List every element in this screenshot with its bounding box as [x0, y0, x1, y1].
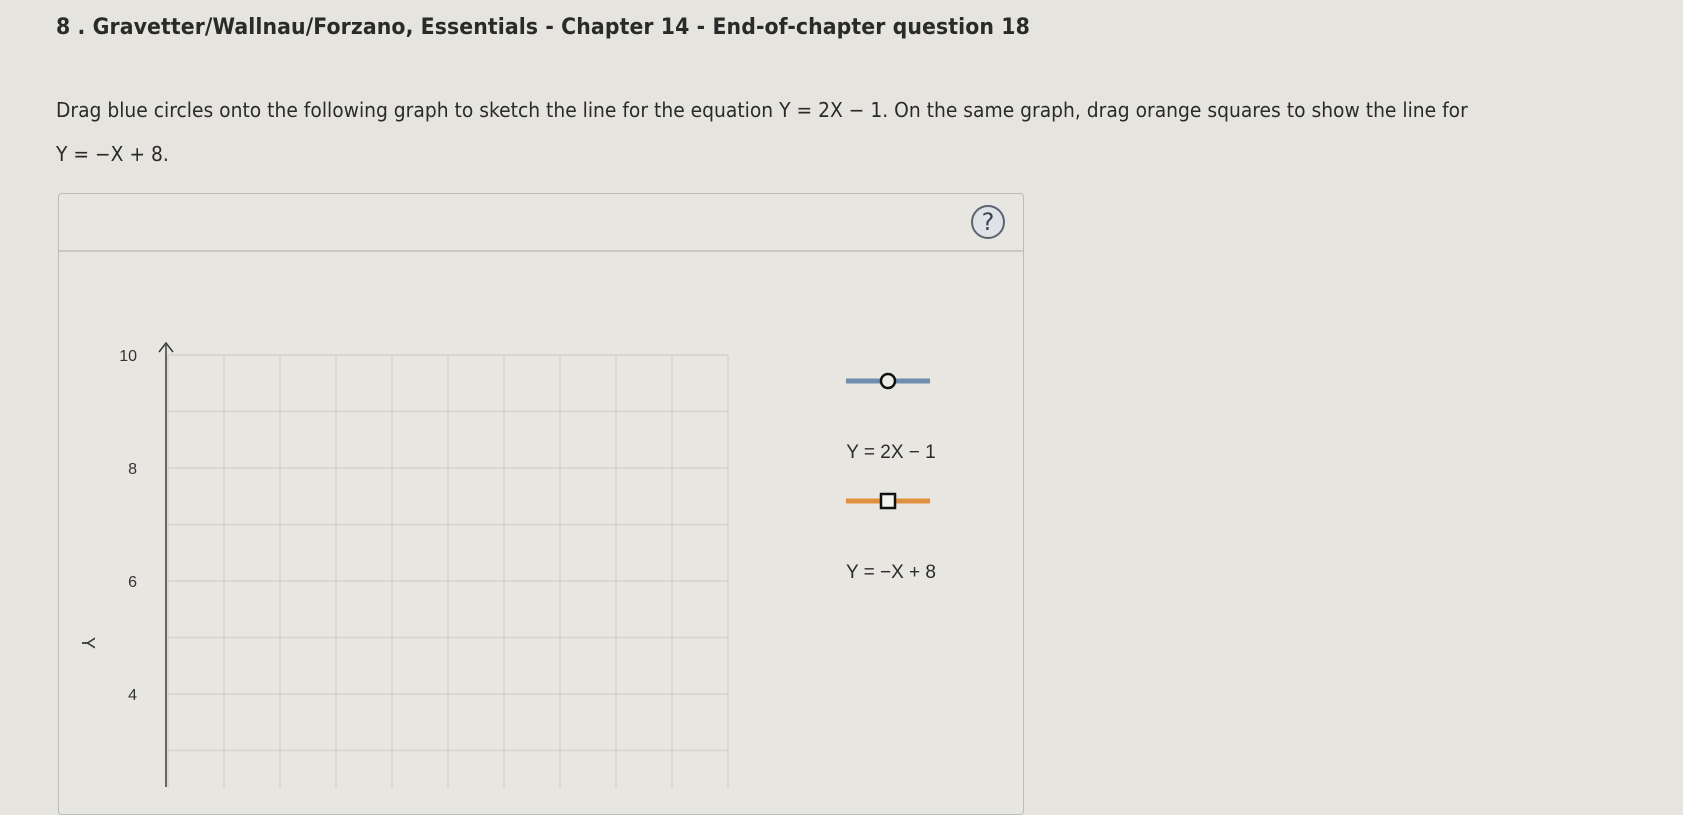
blue-circle-tool[interactable] — [846, 370, 930, 392]
orange-square-tool[interactable] — [846, 490, 930, 512]
instructions-line-2: Y = −X + 8. — [56, 142, 169, 166]
blue-circle-marker-icon — [879, 372, 897, 390]
legend-label-line-2: Y = −X + 8 — [846, 562, 936, 583]
orange-square-marker-icon — [879, 492, 897, 510]
graph-panel-header: ? — [59, 194, 1023, 252]
question-circle-icon: ? — [981, 208, 995, 236]
help-button[interactable]: ? — [971, 205, 1005, 239]
question-title: 8 . Gravetter/Wallnau/Forzano, Essential… — [56, 15, 1030, 40]
question-instructions: Drag blue circles onto the following gra… — [56, 88, 1571, 176]
instructions-line-1: Drag blue circles onto the following gra… — [56, 98, 1468, 122]
legend-label-line-1: Y = 2X − 1 — [846, 442, 936, 463]
